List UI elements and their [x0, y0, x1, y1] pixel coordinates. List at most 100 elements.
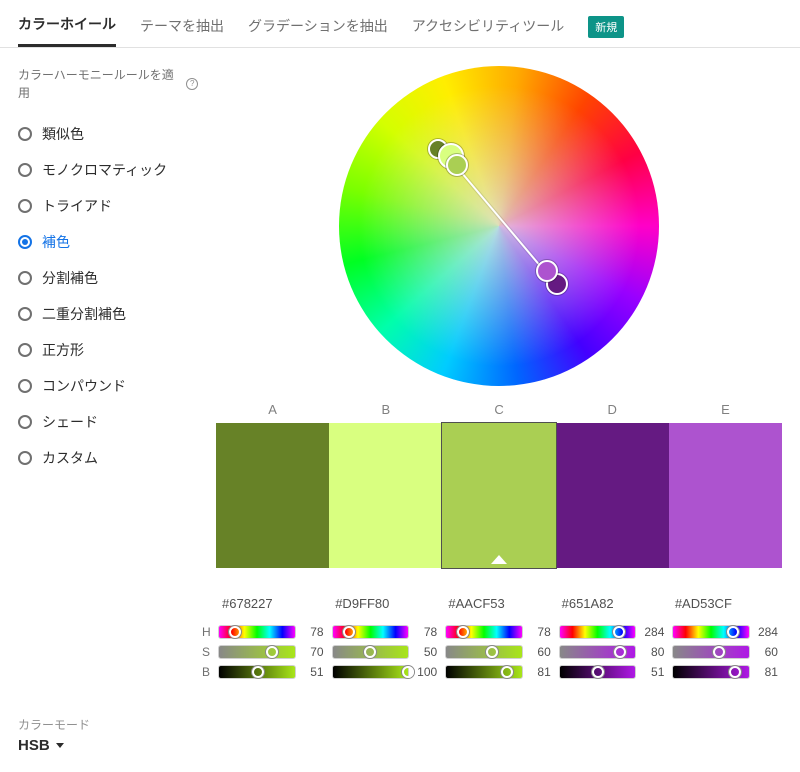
radio-icon [18, 415, 32, 429]
harmony-item-label: 二重分割補色 [42, 304, 126, 324]
harmony-item[interactable]: トライアド [18, 188, 198, 224]
saturation-value[interactable]: 60 [754, 645, 778, 659]
slider-knob[interactable] [486, 646, 498, 658]
tab-color-wheel[interactable]: カラーホイール [18, 6, 116, 47]
color-mode-select[interactable]: HSB [18, 737, 198, 754]
saturation-value[interactable]: 60 [527, 645, 551, 659]
hue-value[interactable]: 284 [754, 625, 778, 639]
radio-icon [18, 379, 32, 393]
saturation-slider[interactable] [445, 645, 523, 659]
slider-knob[interactable] [501, 666, 513, 678]
hex-value[interactable]: #651A82 [556, 596, 669, 611]
sidebar-title: カラーハーモニールールを適用 ? [18, 66, 198, 102]
color-wheel[interactable] [339, 66, 659, 386]
swatch[interactable] [329, 423, 442, 568]
swatch[interactable] [216, 423, 329, 568]
hue-value[interactable]: 78 [300, 625, 324, 639]
hue-slider[interactable] [218, 625, 296, 639]
slider-knob[interactable] [592, 666, 604, 678]
slider-knob[interactable] [229, 626, 241, 638]
brightness-slider[interactable] [672, 665, 750, 679]
harmony-item[interactable]: シェード [18, 404, 198, 440]
swatch-row: ABCDE [216, 396, 782, 568]
saturation-slider[interactable] [332, 645, 410, 659]
saturation-slider[interactable] [218, 645, 296, 659]
sidebar: カラーハーモニールールを適用 ? 類似色モノクロマティックトライアド補色分割補色… [18, 66, 198, 754]
brightness-slider[interactable] [218, 665, 296, 679]
hex-value[interactable]: #D9FF80 [329, 596, 442, 611]
harmony-item[interactable]: モノクロマティック [18, 152, 198, 188]
radio-icon [18, 451, 32, 465]
hex-row: #678227#D9FF80#AACF53#651A82#AD53CF [216, 596, 782, 611]
slider-knob[interactable] [613, 626, 625, 638]
tab-accessibility[interactable]: アクセシビリティツール [412, 8, 564, 46]
swatch[interactable] [669, 423, 782, 568]
slider-knob[interactable] [252, 666, 264, 678]
slider-knob[interactable] [729, 666, 741, 678]
saturation-value[interactable]: 50 [413, 645, 437, 659]
saturation-slider[interactable] [672, 645, 750, 659]
hue-slider[interactable] [332, 625, 410, 639]
harmony-item[interactable]: 二重分割補色 [18, 296, 198, 332]
hue-slider[interactable] [672, 625, 750, 639]
harmony-item-label: コンパウンド [42, 376, 126, 396]
radio-icon [18, 343, 32, 357]
harmony-item-label: トライアド [42, 196, 112, 216]
hue-slider[interactable] [445, 625, 523, 639]
swatch[interactable] [442, 423, 555, 568]
tab-extract-theme[interactable]: テーマを抽出 [140, 8, 224, 46]
brightness-value[interactable]: 51 [640, 665, 664, 679]
color-mode-value: HSB [18, 737, 50, 754]
brightness-slider[interactable] [332, 665, 410, 679]
color-mode-label: カラーモード [18, 716, 198, 733]
slider-knob[interactable] [614, 646, 626, 658]
wheel-marker[interactable] [536, 260, 558, 282]
brightness-slider[interactable] [559, 665, 637, 679]
sidebar-title-text: カラーハーモニールールを適用 [18, 66, 180, 102]
hex-value[interactable]: #AACF53 [442, 596, 555, 611]
swatch-letter: C [442, 396, 555, 423]
hue-slider[interactable] [559, 625, 637, 639]
brightness-value[interactable]: 51 [300, 665, 324, 679]
info-icon[interactable]: ? [186, 78, 198, 90]
harmony-item[interactable]: コンパウンド [18, 368, 198, 404]
hue-value[interactable]: 78 [413, 625, 437, 639]
hue-value[interactable]: 284 [640, 625, 664, 639]
harmony-item-label: 補色 [42, 232, 70, 252]
tab-extract-gradient[interactable]: グラデーションを抽出 [248, 8, 388, 46]
slider-knob[interactable] [402, 666, 414, 678]
brightness-value[interactable]: 81 [754, 665, 778, 679]
swatch-letter: E [669, 396, 782, 423]
harmony-list: 類似色モノクロマティックトライアド補色分割補色二重分割補色正方形コンパウンドシェ… [18, 116, 198, 476]
harmony-item[interactable]: カスタム [18, 440, 198, 476]
harmony-item[interactable]: 補色 [18, 224, 198, 260]
harmony-item-label: 分割補色 [42, 268, 98, 288]
swatch-letter: B [329, 396, 442, 423]
slider-knob[interactable] [266, 646, 278, 658]
radio-icon [18, 235, 32, 249]
brightness-value[interactable]: 100 [413, 665, 437, 679]
harmony-item[interactable]: 類似色 [18, 116, 198, 152]
harmony-item-label: 正方形 [42, 340, 84, 360]
slider-knob[interactable] [364, 646, 376, 658]
swatch[interactable] [556, 423, 669, 568]
hex-value[interactable]: #AD53CF [669, 596, 782, 611]
slider-knob[interactable] [727, 626, 739, 638]
brightness-value[interactable]: 81 [527, 665, 551, 679]
wheel-marker[interactable] [446, 154, 468, 176]
brightness-slider[interactable] [445, 665, 523, 679]
harmony-item[interactable]: 分割補色 [18, 260, 198, 296]
new-badge: 新規 [588, 16, 624, 38]
harmony-item[interactable]: 正方形 [18, 332, 198, 368]
saturation-value[interactable]: 70 [300, 645, 324, 659]
slider-knob[interactable] [343, 626, 355, 638]
slider-knob[interactable] [457, 626, 469, 638]
harmony-item-label: モノクロマティック [42, 160, 167, 180]
saturation-value[interactable]: 80 [640, 645, 664, 659]
slider-knob[interactable] [713, 646, 725, 658]
hex-value[interactable]: #678227 [216, 596, 329, 611]
hue-value[interactable]: 78 [527, 625, 551, 639]
b-label: B [202, 665, 214, 679]
harmony-item-label: シェード [42, 412, 98, 432]
saturation-slider[interactable] [559, 645, 637, 659]
